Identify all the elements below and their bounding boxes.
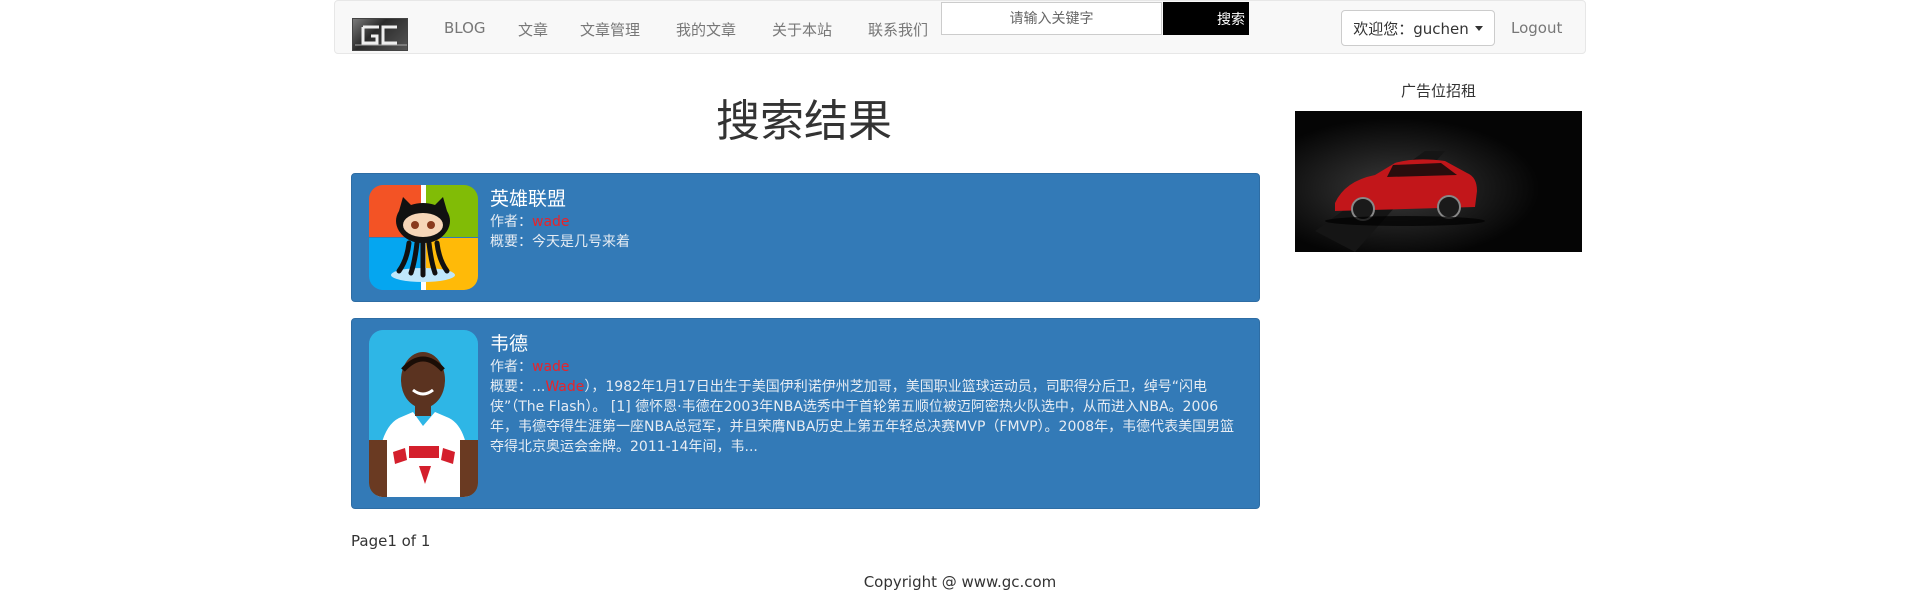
pagination-info: Page1 of 1 <box>351 532 431 550</box>
nav-item-my-articles[interactable]: 我的文章 <box>676 19 736 40</box>
user-greeting: 欢迎您：guchen <box>1353 19 1469 38</box>
ad-banner-image[interactable] <box>1295 111 1582 252</box>
author-name[interactable]: wade <box>532 359 570 375</box>
top-navbar: BLOG 文章 文章管理 我的文章 关于本站 联系我们 搜索 欢迎您：guche… <box>334 0 1586 54</box>
result-author: 作者：wade <box>490 357 570 377</box>
result-card[interactable]: 韦德 作者：wade 概要：...Wade），1982年1月17日出生于美国伊利… <box>351 318 1260 509</box>
result-title[interactable]: 英雄联盟 <box>490 184 566 211</box>
result-author: 作者：wade <box>490 212 570 232</box>
octocat-image <box>369 185 478 290</box>
page-title: 搜索结果 <box>716 96 892 147</box>
player-photo <box>369 330 478 497</box>
caret-down-icon <box>1474 25 1483 31</box>
ad-title: 广告位招租 <box>1400 82 1476 100</box>
nav-item-article-management[interactable]: 文章管理 <box>580 19 640 40</box>
result-card[interactable]: 英雄联盟 作者：wade 概要：今天是几号来着 <box>351 173 1260 302</box>
footer-copyright: Copyright @ www.gc.com <box>863 573 1057 591</box>
author-label: 作者： <box>490 359 532 375</box>
search-input[interactable] <box>941 2 1162 35</box>
summary-highlight: Wade <box>545 379 585 395</box>
nav-item-contact[interactable]: 联系我们 <box>868 19 928 40</box>
summary-text: ），1982年1月17日出生于美国伊利诺伊州芝加哥，美国职业篮球运动员，司职得分… <box>490 379 1235 455</box>
user-dropdown[interactable]: 欢迎您：guchen <box>1341 10 1495 46</box>
site-logo[interactable] <box>352 18 408 51</box>
search-button[interactable]: 搜索 <box>1163 2 1249 35</box>
author-name[interactable]: wade <box>532 214 570 230</box>
summary-text: 今天是几号来着 <box>532 234 630 250</box>
nav-item-about[interactable]: 关于本站 <box>772 19 832 40</box>
result-summary: 概要：...Wade），1982年1月17日出生于美国伊利诺伊州芝加哥，美国职业… <box>490 377 1240 457</box>
summary-prefix: ... <box>532 379 546 395</box>
nav-item-articles[interactable]: 文章 <box>518 19 548 40</box>
summary-label: 概要： <box>490 379 532 395</box>
nav-item-blog[interactable]: BLOG <box>444 19 486 37</box>
result-title[interactable]: 韦德 <box>490 329 528 356</box>
logout-link[interactable]: Logout <box>1511 19 1562 37</box>
result-summary: 概要：今天是几号来着 <box>490 232 630 252</box>
summary-label: 概要： <box>490 234 532 250</box>
author-label: 作者： <box>490 214 532 230</box>
